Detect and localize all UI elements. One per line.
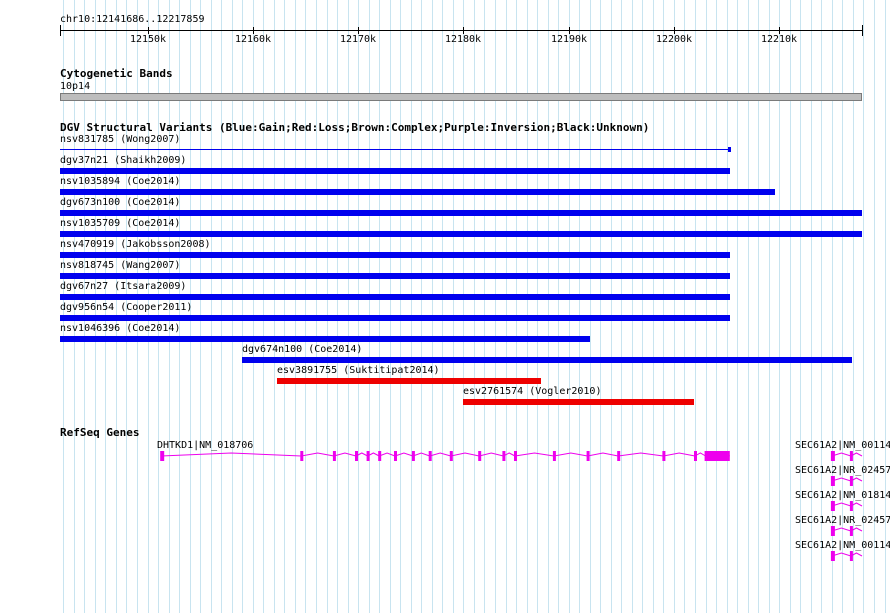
gene-exon[interactable] <box>552 451 556 461</box>
gene-exon[interactable] <box>849 451 853 461</box>
gene-exon[interactable] <box>332 451 336 461</box>
gene-exon[interactable] <box>830 451 835 461</box>
gene-exon[interactable] <box>849 501 853 511</box>
gene-exon[interactable] <box>428 451 432 461</box>
gene-exon[interactable] <box>355 451 358 461</box>
gene-intron-line[interactable] <box>161 452 730 457</box>
gene-intron-line[interactable] <box>831 477 863 482</box>
gene-exon[interactable] <box>449 451 453 461</box>
gene-exon[interactable] <box>849 526 853 536</box>
gene-intron-line[interactable] <box>831 527 863 532</box>
gene-exon[interactable] <box>830 551 835 561</box>
gene-exon[interactable] <box>366 451 370 461</box>
gene-exon[interactable] <box>300 451 304 461</box>
gene-exon[interactable] <box>662 451 666 461</box>
gene-exon[interactable] <box>478 451 482 461</box>
gene-intron-line[interactable] <box>831 452 863 457</box>
gene-exon[interactable] <box>502 451 506 461</box>
gene-exon[interactable] <box>160 451 165 461</box>
gene-exon[interactable] <box>394 451 397 461</box>
gene-exon[interactable] <box>694 451 697 461</box>
gene-intron-line[interactable] <box>831 502 863 507</box>
gene-exon[interactable] <box>849 551 853 561</box>
gene-exon[interactable] <box>617 451 621 461</box>
gene-exon[interactable] <box>378 451 382 461</box>
gene-exon[interactable] <box>514 451 517 461</box>
refseq-gene-glyphs <box>160 451 863 561</box>
gene-exon[interactable] <box>830 476 835 486</box>
gene-exon[interactable] <box>849 476 853 486</box>
gene-intron-line[interactable] <box>831 552 863 557</box>
gene-exon[interactable] <box>586 451 590 461</box>
gene-exon[interactable] <box>830 526 835 536</box>
gene-exon-block[interactable] <box>705 451 730 461</box>
gene-exon[interactable] <box>830 501 835 511</box>
gene-exon[interactable] <box>411 451 415 461</box>
